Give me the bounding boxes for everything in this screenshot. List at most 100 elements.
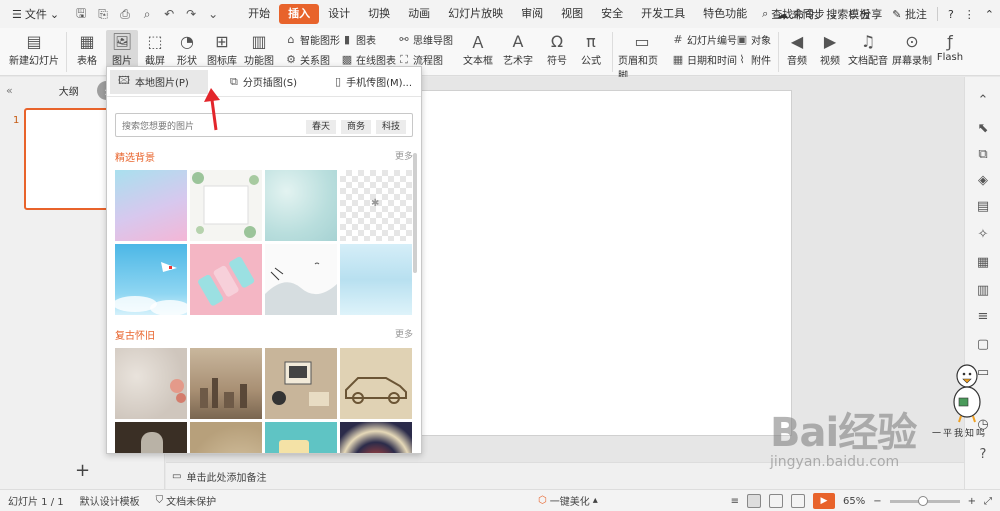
zoom-in-button[interactable]: + xyxy=(968,496,976,507)
icon-library-button[interactable]: ⊞ 图标库 xyxy=(205,30,239,68)
search-tag[interactable]: 春天 xyxy=(305,119,336,134)
chart-icon[interactable]: ▥ xyxy=(975,283,991,298)
menu-tab[interactable]: 幻灯片放映 xyxy=(439,4,512,24)
file-menu-button[interactable]: ☰ 文件 ⌄ xyxy=(6,3,65,25)
preview-icon[interactable]: ⌕ xyxy=(139,7,155,22)
zoom-slider-handle[interactable] xyxy=(917,495,928,506)
comment-button[interactable]: ✎ 批注 xyxy=(892,6,927,22)
template-icon[interactable]: ▤ xyxy=(975,199,991,214)
menu-tab[interactable]: 开始 xyxy=(239,4,279,24)
copy-icon[interactable]: ⧉ xyxy=(975,147,991,162)
object-button[interactable]: ▣ 对象 xyxy=(736,32,771,47)
document-icon[interactable]: ▢ xyxy=(975,337,991,352)
zoom-out-button[interactable]: − xyxy=(873,496,881,507)
picture-source-option[interactable]: 🖾 本地图片(P) xyxy=(110,69,208,94)
template-name[interactable]: 默认设计模板 xyxy=(72,493,148,508)
shape-effect-icon[interactable]: ◈ xyxy=(975,173,991,188)
picture-source-option[interactable]: ⧉ 分页插图(S) xyxy=(222,70,305,94)
share-button[interactable]: ⇪ 分享 xyxy=(848,6,883,22)
print-icon[interactable]: ⎙ xyxy=(117,7,133,22)
table-button[interactable]: ▦ 表格 xyxy=(72,30,102,68)
menu-tab[interactable]: 审阅 xyxy=(512,4,552,24)
background-thumbnail[interactable] xyxy=(190,170,262,241)
mindmap-button[interactable]: ⚯ 思维导图 xyxy=(398,32,453,47)
undo-icon[interactable]: ↶ xyxy=(161,7,177,21)
menu-tab[interactable]: 插入 xyxy=(279,4,320,24)
background-thumbnail[interactable] xyxy=(340,244,412,315)
zoom-level[interactable]: 65% xyxy=(843,496,865,507)
screen-record-button[interactable]: ⊙ 屏幕录制 xyxy=(890,30,934,68)
more-link[interactable]: 更多 xyxy=(395,149,413,164)
new-slide-button[interactable]: ▤ 新建幻灯片 xyxy=(8,30,60,68)
menu-tab[interactable]: 安全 xyxy=(592,4,632,24)
dropdown-scrollbar[interactable] xyxy=(413,153,417,273)
shape-button[interactable]: ◔ 形状 xyxy=(172,30,202,68)
search-tag[interactable]: 商务 xyxy=(340,119,371,134)
more-options-icon[interactable]: ⋮ xyxy=(964,8,975,21)
collapse-icon[interactable]: ⌃ xyxy=(985,8,994,21)
formula-button[interactable]: π 公式 xyxy=(576,30,606,68)
slideshow-button[interactable]: ▶ xyxy=(812,493,835,509)
chart-button[interactable]: ▮ 图表 xyxy=(341,32,376,47)
sidebar-expand-icon[interactable]: ⌃ xyxy=(975,93,991,108)
header-footer-button[interactable]: ▭ 页眉和页脚 xyxy=(618,30,666,83)
notes-toggle-icon[interactable]: ≡ xyxy=(731,496,739,507)
doc-voice-button[interactable]: ♫ 文档配音 xyxy=(848,30,888,68)
save-icon[interactable]: 🖫 xyxy=(73,4,89,25)
background-thumbnail[interactable] xyxy=(115,348,187,419)
collapse-panel-icon[interactable]: « xyxy=(6,84,13,97)
art-text-button[interactable]: A 艺术字 xyxy=(500,30,536,68)
menu-tab[interactable]: 切换 xyxy=(359,4,399,24)
background-thumbnail[interactable] xyxy=(115,422,187,453)
select-icon[interactable]: ⬉ xyxy=(975,121,991,136)
tab-outline[interactable]: 大纲 xyxy=(51,81,87,100)
menu-tab[interactable]: 动画 xyxy=(399,4,439,24)
attachment-button[interactable]: ⌇ 附件 xyxy=(736,52,771,67)
background-thumbnail[interactable] xyxy=(115,170,187,241)
video-button[interactable]: ▶ 视频 xyxy=(815,30,845,68)
zoom-slider[interactable] xyxy=(889,495,960,506)
help-button[interactable]: ? xyxy=(948,8,954,21)
symbol-button[interactable]: Ω 符号 xyxy=(542,30,572,68)
picture-source-option[interactable]: ▯ 手机传图(M)... xyxy=(327,70,420,94)
background-thumbnail[interactable] xyxy=(265,422,337,453)
menu-tab[interactable]: 特色功能 xyxy=(694,4,756,24)
audio-button[interactable]: ◀ 音频 xyxy=(782,30,812,68)
more-link[interactable]: 更多 xyxy=(395,327,413,342)
background-thumbnail[interactable] xyxy=(265,170,337,241)
flowchart-button[interactable]: ⛶ 流程图 xyxy=(398,52,443,68)
sync-button[interactable]: ☁ 未同步 ⌄ xyxy=(777,6,837,22)
background-thumbnail[interactable] xyxy=(190,348,262,419)
datetime-button[interactable]: ▦ 日期和时间 xyxy=(672,52,737,67)
background-thumbnail[interactable] xyxy=(340,422,412,453)
fit-window-icon[interactable]: ⤢ xyxy=(984,496,992,507)
slide-number-button[interactable]: # 幻灯片编号 xyxy=(672,32,737,47)
search-tag[interactable]: 科技 xyxy=(375,119,406,134)
add-slide-button[interactable]: + xyxy=(75,460,90,481)
background-thumbnail[interactable] xyxy=(190,244,262,315)
current-slide[interactable] xyxy=(420,90,792,436)
relation-chart-button[interactable]: ⚙ 关系图 xyxy=(285,52,330,67)
reading-view-button[interactable] xyxy=(790,494,805,508)
background-thumbnail[interactable] xyxy=(115,244,187,315)
layout-icon[interactable]: ▦ xyxy=(975,255,991,270)
picture-search-box[interactable]: 搜索您想要的图片 春天 商务 科技 xyxy=(115,113,413,137)
background-thumbnail[interactable] xyxy=(265,348,337,419)
sorter-view-button[interactable] xyxy=(768,494,783,508)
menu-tab[interactable]: 设计 xyxy=(319,4,359,24)
smart-shape-button[interactable]: ⌂ 智能图形 xyxy=(285,32,341,47)
beautify-button[interactable]: ⬡ 一键美化 ▴ xyxy=(530,493,606,508)
background-thumbnail[interactable] xyxy=(265,244,337,315)
redo-icon[interactable]: ↷ xyxy=(183,7,199,21)
screenshot-button[interactable]: ⬚ 截屏 xyxy=(140,30,170,68)
help-icon[interactable]: ? xyxy=(975,447,991,462)
menu-tab[interactable]: 视图 xyxy=(552,4,592,24)
textbox-button[interactable]: Ａ 文本框 xyxy=(460,30,496,67)
animation-icon[interactable]: ✧ xyxy=(975,227,991,242)
normal-view-button[interactable] xyxy=(746,494,761,508)
background-thumbnail[interactable] xyxy=(190,422,262,453)
function-chart-button[interactable]: ▥ 功能图 xyxy=(242,30,276,68)
settings-icon[interactable]: ≡ xyxy=(975,309,991,324)
background-thumbnail[interactable] xyxy=(340,348,412,419)
export-icon[interactable]: ⎘ xyxy=(95,7,111,22)
